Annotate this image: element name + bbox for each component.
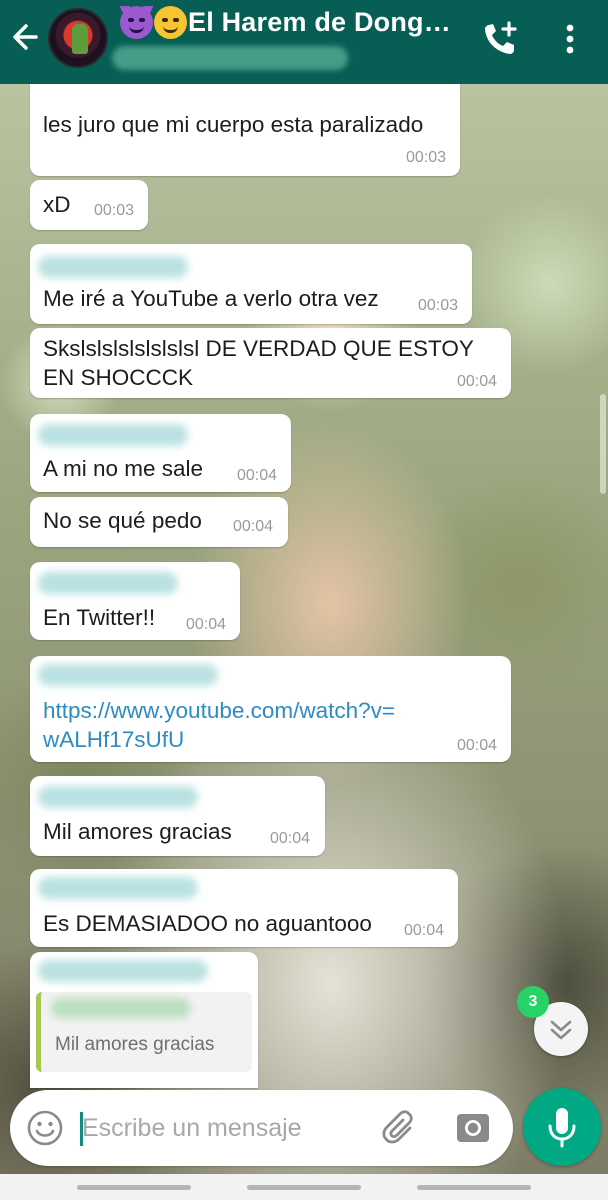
message-time: 00:03 xyxy=(406,149,447,166)
message-text: Mil amores gracias xyxy=(43,819,232,844)
message-text: Skslslslslslslslsl DE VERDAD QUE ESTOY E… xyxy=(43,336,474,390)
message-time: 00:04 xyxy=(237,467,278,484)
group-avatar[interactable] xyxy=(48,8,108,68)
paperclip-icon xyxy=(382,1110,413,1144)
nav-recents-handle[interactable] xyxy=(77,1185,191,1190)
message-bubble[interactable]: xD 00:03 xyxy=(30,180,148,230)
more-vertical-icon xyxy=(566,24,574,54)
drooling-face-emoji-icon xyxy=(154,6,187,39)
microphone-icon xyxy=(548,1108,576,1148)
scrollbar[interactable] xyxy=(600,394,606,494)
message-time: 00:04 xyxy=(457,737,498,754)
phone-plus-icon xyxy=(485,21,517,54)
message-text: En Twitter!! xyxy=(43,605,156,630)
sender-name xyxy=(38,786,198,808)
message-time: 00:04 xyxy=(270,830,311,847)
quoted-message-text: Mil amores gracias xyxy=(55,1034,215,1055)
message-text: xD xyxy=(43,192,71,217)
message-time: 00:03 xyxy=(94,202,135,219)
nav-home-handle[interactable] xyxy=(247,1185,361,1190)
chat-title-text: El Harem de Dong… xyxy=(188,7,451,37)
back-button[interactable] xyxy=(8,16,46,58)
message-bubble[interactable]: En Twitter!! 00:04 xyxy=(30,562,240,640)
sender-name xyxy=(38,877,198,899)
sender-name xyxy=(38,572,178,594)
quoted-message[interactable]: Mil amores gracias xyxy=(36,992,252,1072)
sender-name xyxy=(38,960,208,982)
chat-title[interactable]: El Harem de Dong… xyxy=(120,6,465,44)
sender-name xyxy=(38,424,188,446)
add-call-button[interactable] xyxy=(480,18,522,60)
message-time: 00:04 xyxy=(233,518,274,535)
message-link[interactable]: https://www.youtube.com/watch?v= wALHf17… xyxy=(43,696,395,754)
smiley-icon xyxy=(27,1110,63,1146)
nav-back-handle[interactable] xyxy=(417,1185,531,1190)
smiling-devil-emoji-icon xyxy=(120,6,153,39)
emoji-button[interactable] xyxy=(26,1109,64,1147)
message-text: A mi no me sale xyxy=(43,456,204,481)
reply-message-bubble[interactable]: Mil amores gracias xyxy=(30,952,258,1088)
chat-header: El Harem de Dong… xyxy=(0,0,608,84)
attach-button[interactable] xyxy=(380,1108,420,1148)
quoted-sender-name xyxy=(51,998,191,1018)
sender-name xyxy=(38,664,218,686)
unread-count-badge: 3 xyxy=(517,986,549,1018)
message-input[interactable] xyxy=(82,1108,362,1148)
message-text: No se qué pedo xyxy=(43,508,202,533)
more-options-button[interactable] xyxy=(556,18,584,60)
message-bubble[interactable]: https://www.youtube.com/watch?v= wALHf17… xyxy=(30,656,511,762)
voice-message-button[interactable] xyxy=(523,1088,601,1166)
message-text: les juro que mi cuerpo esta paralizado xyxy=(43,112,424,137)
arrow-left-icon xyxy=(13,24,38,50)
message-bubble[interactable]: Skslslslslslslslsl DE VERDAD QUE ESTOY E… xyxy=(30,328,511,398)
avatar-figure-icon xyxy=(72,24,88,54)
message-bubble[interactable]: les juro que mi cuerpo esta paralizado 0… xyxy=(30,84,460,176)
sender-name xyxy=(38,256,188,278)
system-navigation-bar xyxy=(0,1174,608,1200)
message-composer xyxy=(10,1090,513,1166)
message-time: 00:04 xyxy=(404,922,445,939)
message-bubble[interactable]: Es DEMASIADOO no aguantooo 00:04 xyxy=(30,869,458,947)
camera-button[interactable] xyxy=(454,1109,492,1147)
message-bubble[interactable]: No se qué pedo 00:04 xyxy=(30,497,288,547)
message-time: 00:04 xyxy=(457,373,498,390)
message-time: 00:03 xyxy=(418,297,459,314)
message-bubble[interactable]: A mi no me sale 00:04 xyxy=(30,414,291,492)
message-text: Es DEMASIADOO no aguantooo xyxy=(43,911,372,936)
group-participants-subtitle xyxy=(112,46,348,70)
message-bubble[interactable]: Mil amores gracias 00:04 xyxy=(30,776,325,856)
camera-icon xyxy=(457,1114,489,1142)
message-text: Me iré a YouTube a verlo otra vez xyxy=(43,286,379,311)
message-bubble[interactable]: Me iré a YouTube a verlo otra vez 00:03 xyxy=(30,244,472,324)
message-time: 00:04 xyxy=(186,616,227,633)
